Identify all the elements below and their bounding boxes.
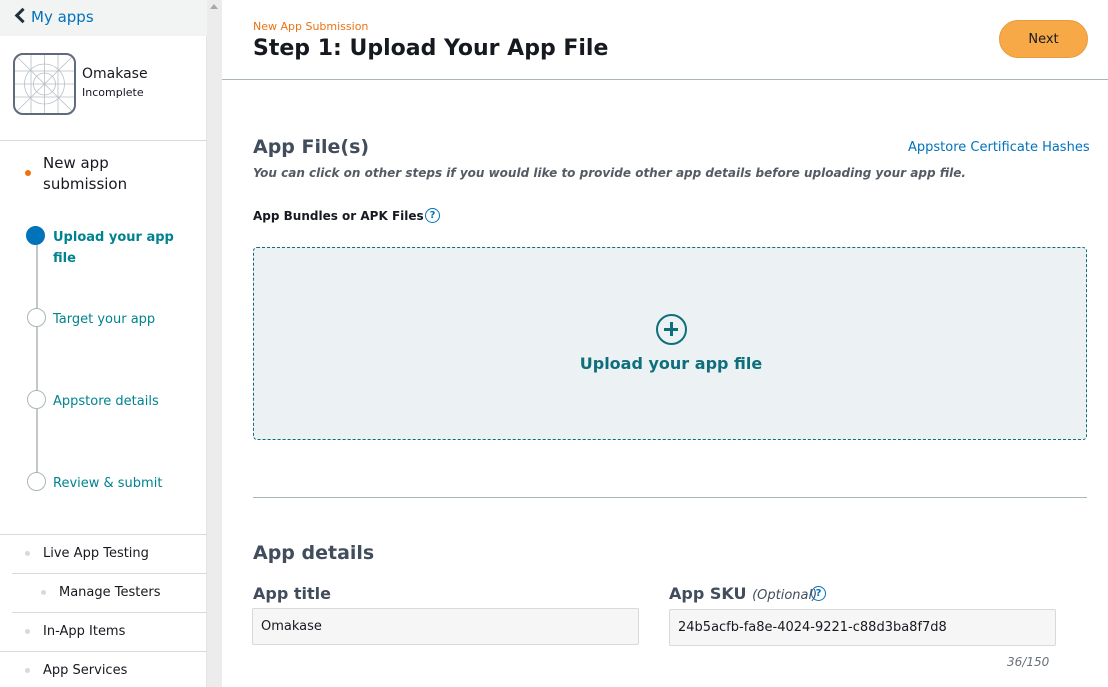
sidebar-divider	[0, 534, 207, 535]
nav-live-app-testing[interactable]: Live App Testing	[43, 546, 149, 561]
step-target-your-app[interactable]: Target your app	[53, 309, 155, 330]
certificate-hashes-link[interactable]: Appstore Certificate Hashes	[908, 140, 1090, 155]
app-files-title: App File(s)	[253, 136, 370, 158]
app-icon	[13, 53, 76, 115]
step-upload-app-file[interactable]: Upload your app file	[53, 227, 183, 269]
help-icon[interactable]: ?	[811, 586, 826, 601]
step-review-submit[interactable]: Review & submit	[53, 473, 162, 494]
sidebar: My apps Omakase Incomplete New app submi…	[0, 0, 207, 687]
step-indicator	[27, 308, 46, 327]
step-connector	[36, 327, 38, 392]
scroll-up-arrow-icon[interactable]	[210, 4, 218, 9]
sidebar-divider	[12, 573, 207, 574]
sku-label-text: App SKU	[669, 584, 747, 603]
sidebar-scrollbar[interactable]	[207, 0, 222, 687]
chevron-left-icon[interactable]	[14, 7, 31, 24]
upload-dropzone[interactable]: Upload your app file	[253, 247, 1087, 440]
step-appstore-details[interactable]: Appstore details	[53, 391, 159, 412]
nav-dot	[41, 590, 46, 595]
sku-character-counter: 36/150	[1007, 655, 1050, 669]
app-details-title: App details	[253, 542, 375, 564]
nav-manage-testers[interactable]: Manage Testers	[59, 585, 161, 600]
header-divider	[222, 79, 1108, 80]
bundles-label: App Bundles or APK Files	[253, 209, 424, 223]
step-indicator	[27, 390, 46, 409]
status-dot	[25, 170, 31, 176]
page-title: Step 1: Upload Your App File	[253, 36, 609, 61]
app-title-label: App title	[253, 584, 331, 603]
sidebar-divider	[12, 612, 207, 613]
nav-dot	[25, 629, 30, 634]
app-status: Incomplete	[82, 86, 144, 99]
back-bar[interactable]: My apps	[0, 0, 207, 36]
step-connector	[36, 409, 38, 474]
upload-label: Upload your app file	[579, 354, 763, 373]
sidebar-divider	[0, 140, 207, 141]
page-eyebrow: New App Submission	[253, 20, 369, 33]
sidebar-divider	[0, 651, 207, 652]
optional-tag: (Optional)	[752, 588, 818, 603]
app-files-hint: You can click on other steps if you woul…	[253, 166, 966, 180]
nav-app-services[interactable]: App Services	[43, 663, 127, 678]
app-grid-icon	[15, 55, 74, 113]
nav-in-app-items[interactable]: In-App Items	[43, 624, 125, 639]
app-sku-label: App SKU (Optional)	[669, 584, 817, 603]
app-sku-input[interactable]	[669, 609, 1056, 646]
section-divider	[253, 497, 1087, 498]
plus-circle-icon	[656, 314, 687, 345]
help-icon[interactable]: ?	[425, 208, 440, 223]
nav-dot	[25, 551, 30, 556]
next-button[interactable]: Next	[999, 20, 1088, 58]
step-connector	[36, 245, 38, 310]
app-name: Omakase	[82, 66, 148, 82]
my-apps-link[interactable]: My apps	[31, 8, 94, 26]
submission-group-title: New app submission	[43, 154, 128, 193]
nav-dot	[25, 668, 30, 673]
main-content: New App Submission Step 1: Upload Your A…	[222, 0, 1108, 687]
app-title-input[interactable]	[252, 608, 639, 645]
step-indicator	[27, 472, 46, 491]
step-indicator-active	[26, 226, 45, 245]
